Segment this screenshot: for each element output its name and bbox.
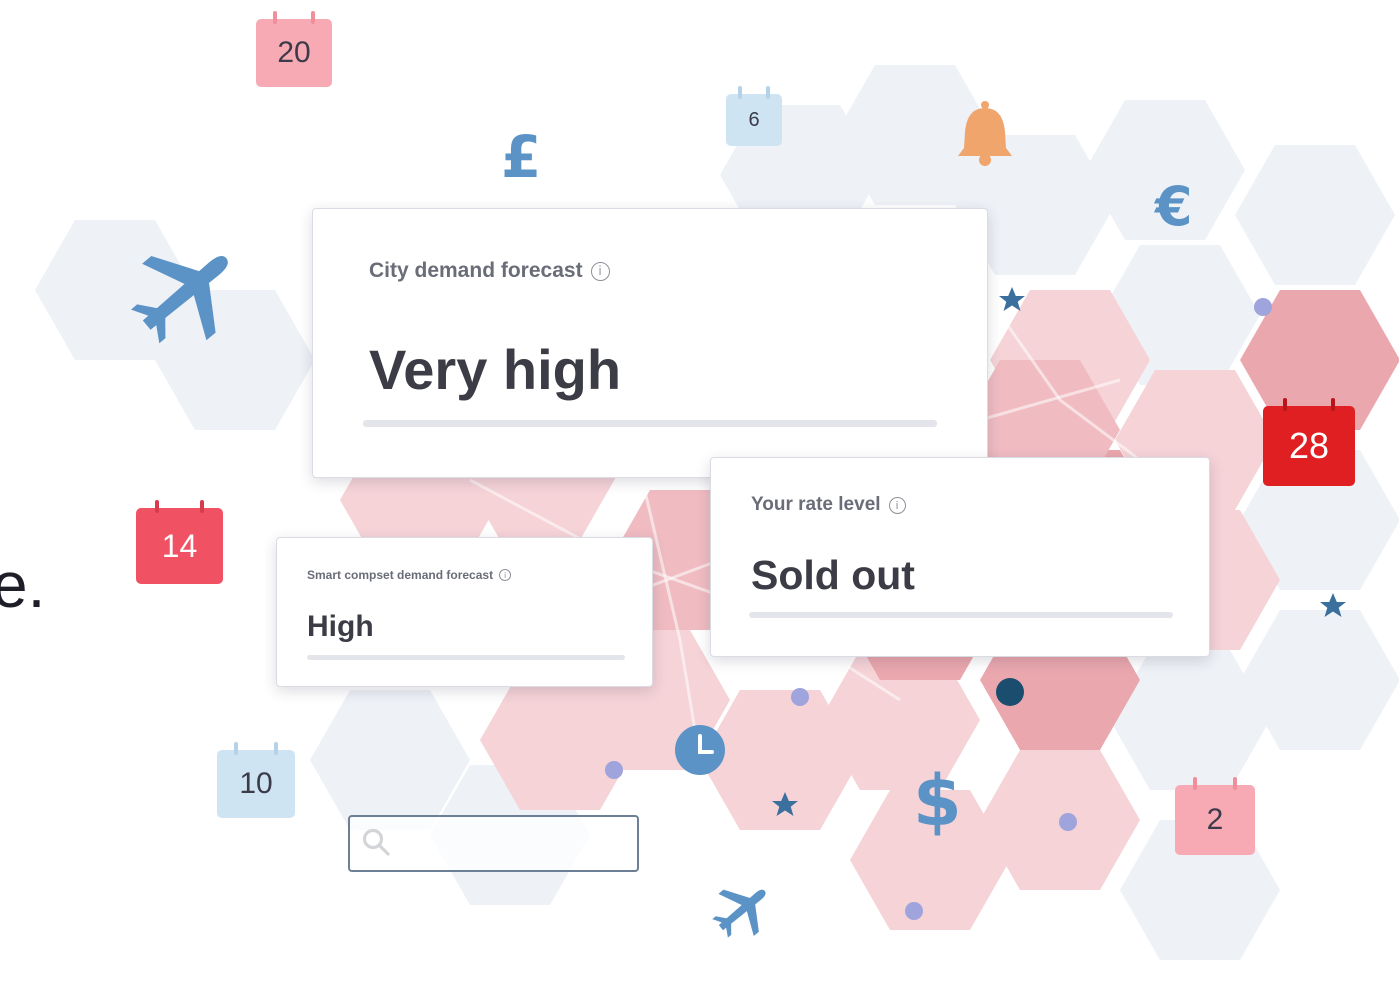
compset-demand-value: High — [307, 610, 374, 643]
compset-demand-label: Smart compset demand forecast — [307, 568, 494, 582]
city-demand-label: City demand forecast — [369, 259, 583, 282]
calendar-date: 10 — [239, 767, 273, 800]
info-icon[interactable]: i — [590, 261, 610, 281]
compset-demand-bar — [307, 655, 625, 660]
calendar-date: 2 — [1206, 803, 1224, 836]
illustration-stage: e. 20 6 14 10 28 2 £ € $ City demand for… — [0, 0, 1399, 992]
rate-level-label-row: Your rate level i — [751, 494, 906, 516]
city-demand-label-row: City demand forecast i — [369, 259, 610, 283]
airplane-icon — [712, 889, 766, 938]
calendar-date: 6 — [748, 108, 760, 131]
search-input[interactable] — [348, 815, 639, 872]
calendar-icon: 2 — [1175, 777, 1255, 855]
dollar-icon: $ — [913, 760, 962, 842]
calendar-icon: 28 — [1263, 398, 1355, 486]
rate-level-label: Your rate level — [751, 494, 881, 515]
city-demand-bar — [363, 420, 937, 427]
rate-level-value: Sold out — [751, 552, 915, 598]
city-demand-card: City demand forecast i Very high — [312, 208, 988, 478]
calendar-icon: 14 — [136, 500, 223, 584]
euro-icon: € — [1155, 175, 1193, 238]
compset-demand-card: Smart compset demand forecast i High — [276, 537, 653, 687]
edge-text-fragment: e. — [0, 549, 46, 621]
calendar-date: 28 — [1288, 425, 1330, 466]
calendar-date: 14 — [161, 527, 198, 564]
calendar-date: 20 — [277, 36, 311, 69]
calendar-icon: 20 — [256, 11, 332, 87]
calendar-icon: 6 — [726, 86, 782, 146]
compset-demand-label-row: Smart compset demand forecast i — [307, 568, 512, 582]
info-icon[interactable]: i — [499, 569, 512, 581]
city-demand-value: Very high — [369, 338, 622, 401]
clock-icon — [675, 725, 725, 775]
rate-level-card: Your rate level i Sold out — [710, 457, 1210, 657]
calendar-icon: 10 — [217, 742, 295, 818]
info-icon[interactable]: i — [888, 496, 906, 514]
rate-level-bar — [749, 612, 1173, 618]
pound-icon: £ — [501, 123, 542, 191]
